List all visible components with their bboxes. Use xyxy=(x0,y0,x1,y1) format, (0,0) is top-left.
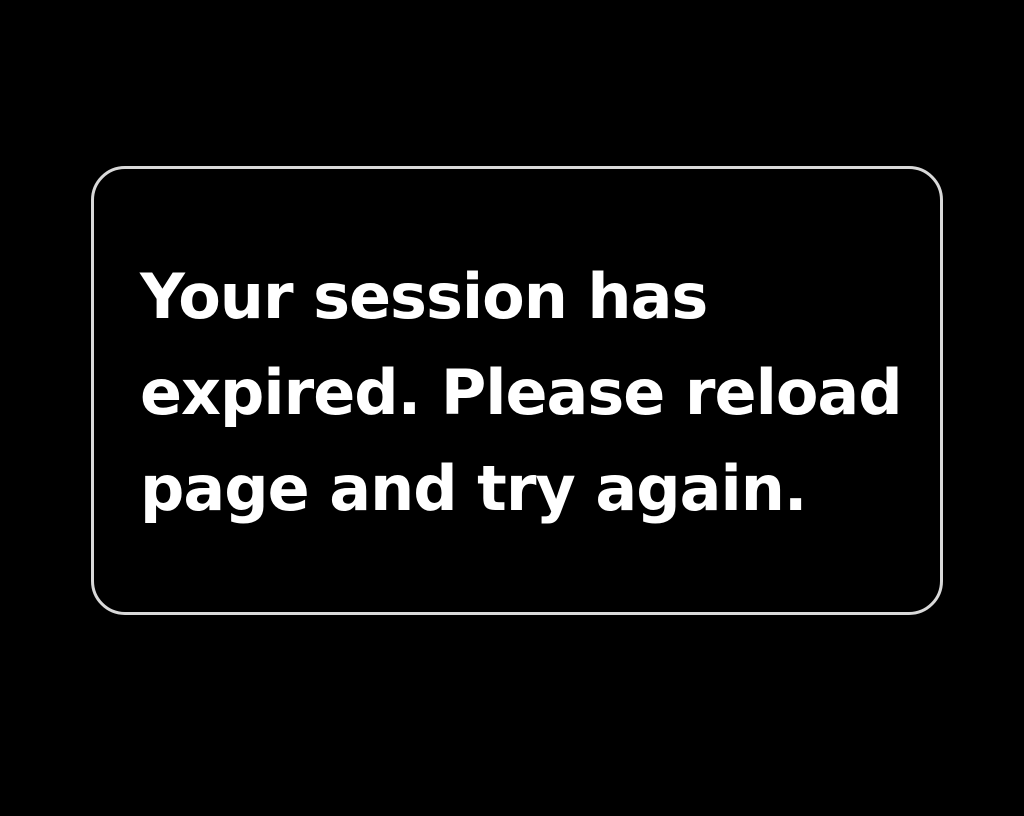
message-line-3: page and try again. xyxy=(140,452,807,525)
session-expired-message: Your session has expired. Please reload … xyxy=(140,249,930,537)
message-line-2: expired. Please reload xyxy=(140,356,903,429)
message-line-1: Your session has xyxy=(140,260,708,333)
page-overlay: Your session has expired. Please reload … xyxy=(0,0,1024,816)
session-expired-dialog: Your session has expired. Please reload … xyxy=(91,166,943,615)
